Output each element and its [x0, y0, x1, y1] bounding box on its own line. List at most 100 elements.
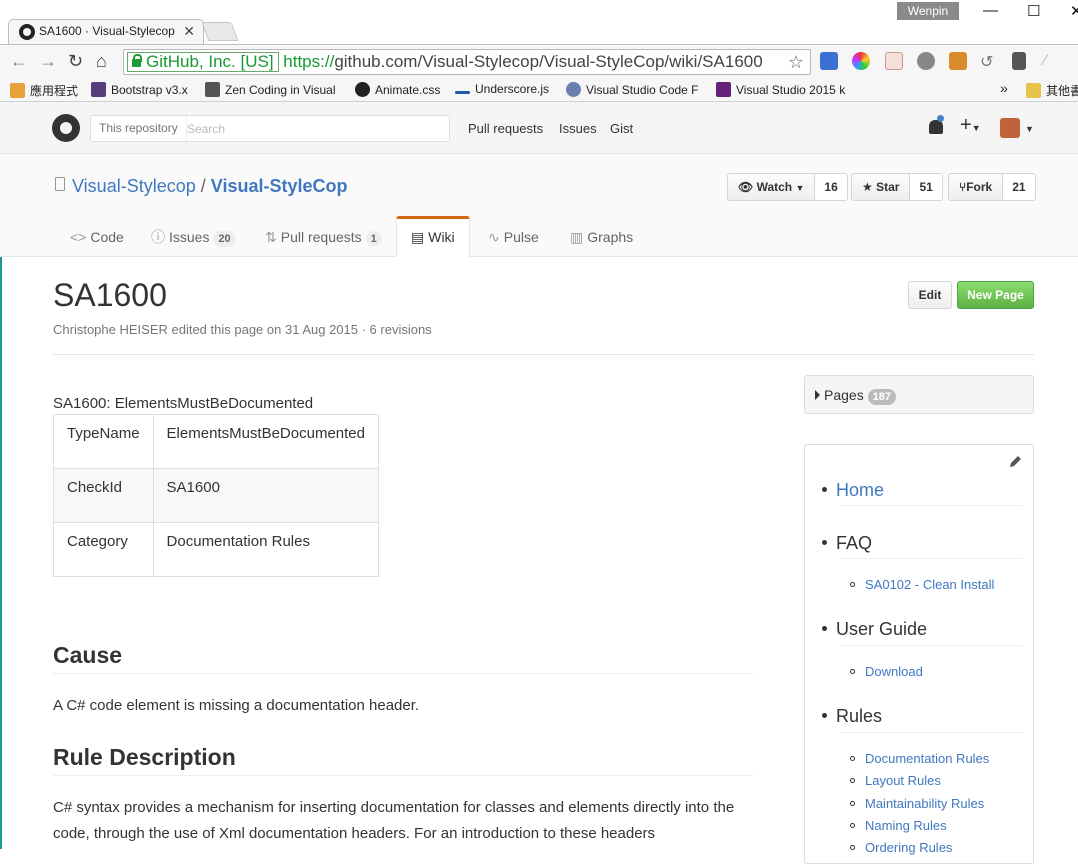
bookmarks-more-icon[interactable]: » [1000, 80, 1008, 96]
sidebar-home[interactable]: Home [822, 480, 884, 501]
new-page-button[interactable]: New Page [957, 281, 1034, 309]
sidebar-link[interactable]: Download [850, 664, 923, 679]
folder-icon [1026, 83, 1041, 98]
star-count[interactable]: 51 [910, 173, 943, 201]
github-logo-icon[interactable] [52, 114, 80, 142]
ruler-extension-icon[interactable] [949, 52, 967, 70]
sidebar-faq-heading: FAQ [822, 533, 872, 554]
repo-owner-link[interactable]: Visual-Stylecop [72, 176, 196, 196]
pen-extension-icon[interactable]: ⁄ [1044, 52, 1062, 70]
search-box[interactable]: This repository [90, 115, 450, 142]
sidebar-link[interactable]: Naming Rules [850, 818, 947, 833]
bookmark-apps[interactable]: 應用程式 [10, 82, 78, 99]
divider [840, 645, 1023, 646]
search-input[interactable] [187, 119, 437, 138]
star-button[interactable]: ★ Star [851, 173, 911, 201]
graph-icon: ▥ [570, 229, 584, 245]
star-icon: ★ [862, 180, 873, 194]
tab-pulse[interactable]: ∿ Pulse [488, 216, 539, 257]
sidebar-link[interactable]: SA0102 - Clean Install [850, 577, 994, 592]
tab-issues[interactable]: ⓘ Issues 20 [151, 216, 236, 257]
sidebar-link[interactable]: Ordering Rules [850, 840, 952, 855]
home-icon[interactable]: ⌂ [96, 51, 107, 72]
secure-indicator[interactable]: GitHub, Inc. [US] [127, 52, 279, 72]
fork-group: ⑂Fork 21 [948, 173, 1036, 201]
page-title: SA1600 [53, 277, 167, 313]
person-icon [566, 82, 581, 97]
pull-request-icon: ⇅ [265, 229, 277, 245]
address-bar[interactable]: GitHub, Inc. [US] https://github.com/Vis… [123, 49, 811, 75]
repo-icon [55, 177, 65, 191]
history-extension-icon[interactable]: ↺ [980, 52, 998, 71]
tab-close-icon[interactable]: ✕ [183, 23, 195, 40]
fork-button[interactable]: ⑂Fork [948, 173, 1004, 201]
pencil-icon[interactable] [1008, 455, 1022, 469]
notifications-bell-icon[interactable] [929, 115, 944, 134]
tab-code[interactable]: <> Code [70, 216, 124, 257]
table-row: CheckId SA1600 [53, 468, 379, 523]
color-picker-extension-icon[interactable] [852, 52, 870, 70]
tab-graphs[interactable]: ▥ Graphs [570, 216, 633, 257]
bookmark-star-icon[interactable]: ☆ [788, 50, 804, 74]
divider [53, 354, 1034, 355]
sidebar-link[interactable]: Maintainability Rules [850, 796, 984, 811]
note-extension-icon[interactable] [885, 52, 903, 70]
bookmark-zen-coding[interactable]: Zen Coding in Visual [205, 82, 336, 97]
create-new-icon[interactable]: +▼ [960, 114, 981, 137]
url-scheme: https:// [283, 52, 335, 71]
browser-tabstrip: SA1600 · Visual-Stylecop ✕ Wenpin — ☐ ✕ [0, 0, 1078, 44]
pages-toggle[interactable]: Pages 187 [804, 375, 1034, 414]
table-cell: ElementsMustBeDocumented [152, 414, 379, 469]
back-arrow-icon[interactable]: ← [10, 51, 28, 72]
issues-counter: 20 [213, 231, 236, 247]
sidebar-link[interactable]: Layout Rules [850, 773, 941, 788]
other-bookmarks[interactable]: 其他書 [1026, 82, 1078, 99]
window-extension-icon[interactable] [1012, 52, 1026, 70]
watch-group: 👁 Watch ▼ 16 [727, 173, 848, 201]
calendar-extension-icon[interactable] [820, 52, 838, 70]
repo-header: Visual-Stylecop / Visual-StyleCop 👁 Watc… [0, 154, 1078, 257]
nav-gist[interactable]: Gist [610, 121, 633, 136]
apps-icon [10, 83, 25, 98]
browser-tab[interactable]: SA1600 · Visual-Stylecop ✕ [8, 19, 204, 44]
fork-count[interactable]: 21 [1003, 173, 1036, 201]
profile-badge[interactable]: Wenpin [897, 2, 959, 20]
table-cell: Category [53, 522, 154, 577]
rule-description-heading: Rule Description [53, 744, 753, 776]
table-row: TypeName ElementsMustBeDocumented [53, 414, 379, 469]
sidebar-link[interactable]: Documentation Rules [850, 751, 989, 766]
edit-button[interactable]: Edit [908, 281, 952, 309]
bookmark-bootstrap[interactable]: Bootstrap v3.x [91, 82, 188, 97]
repo-separator: / [200, 176, 206, 196]
new-tab-button[interactable] [201, 22, 239, 41]
minimize-icon[interactable]: — [983, 2, 998, 19]
forward-arrow-icon[interactable]: → [39, 51, 57, 72]
reload-icon[interactable]: ↻ [68, 51, 83, 72]
tab-wiki[interactable]: ▤ Wiki [396, 216, 470, 257]
close-window-icon[interactable]: ✕ [1070, 2, 1078, 20]
table-cell: CheckId [53, 468, 154, 523]
code-icon: <> [70, 229, 87, 245]
nav-issues[interactable]: Issues [559, 121, 597, 136]
watch-count[interactable]: 16 [815, 173, 848, 201]
repo-name-link[interactable]: Visual-StyleCop [211, 176, 348, 196]
watch-button[interactable]: 👁 Watch ▼ [727, 173, 816, 201]
github-icon [355, 82, 370, 97]
rule-table: TypeName ElementsMustBeDocumented CheckI… [53, 414, 379, 577]
avatar[interactable] [1000, 118, 1020, 138]
bookmark-visual-studio[interactable]: Visual Studio 2015 k [716, 82, 845, 97]
browser-toolbar: ← → ↻ ⌂ GitHub, Inc. [US] https://github… [0, 44, 1078, 78]
avatar-dropdown-icon[interactable]: ▼ [1025, 124, 1034, 134]
github-favicon-icon [19, 24, 35, 40]
bookmark-vscode[interactable]: Visual Studio Code F [566, 82, 699, 97]
pulse-icon: ∿ [488, 229, 500, 245]
nav-pull-requests[interactable]: Pull requests [468, 121, 543, 136]
maximize-icon[interactable]: ☐ [1027, 2, 1040, 20]
cause-heading: Cause [53, 642, 753, 674]
github-header: This repository Pull requests Issues Gis… [0, 102, 1078, 154]
bootstrap-icon [91, 82, 106, 97]
tab-pull-requests[interactable]: ⇅ Pull requests 1 [265, 216, 382, 257]
bookmark-underscore[interactable]: Underscore.js [455, 82, 549, 96]
bug-extension-icon[interactable] [917, 52, 935, 70]
bookmark-animate-css[interactable]: Animate.css [355, 82, 440, 97]
